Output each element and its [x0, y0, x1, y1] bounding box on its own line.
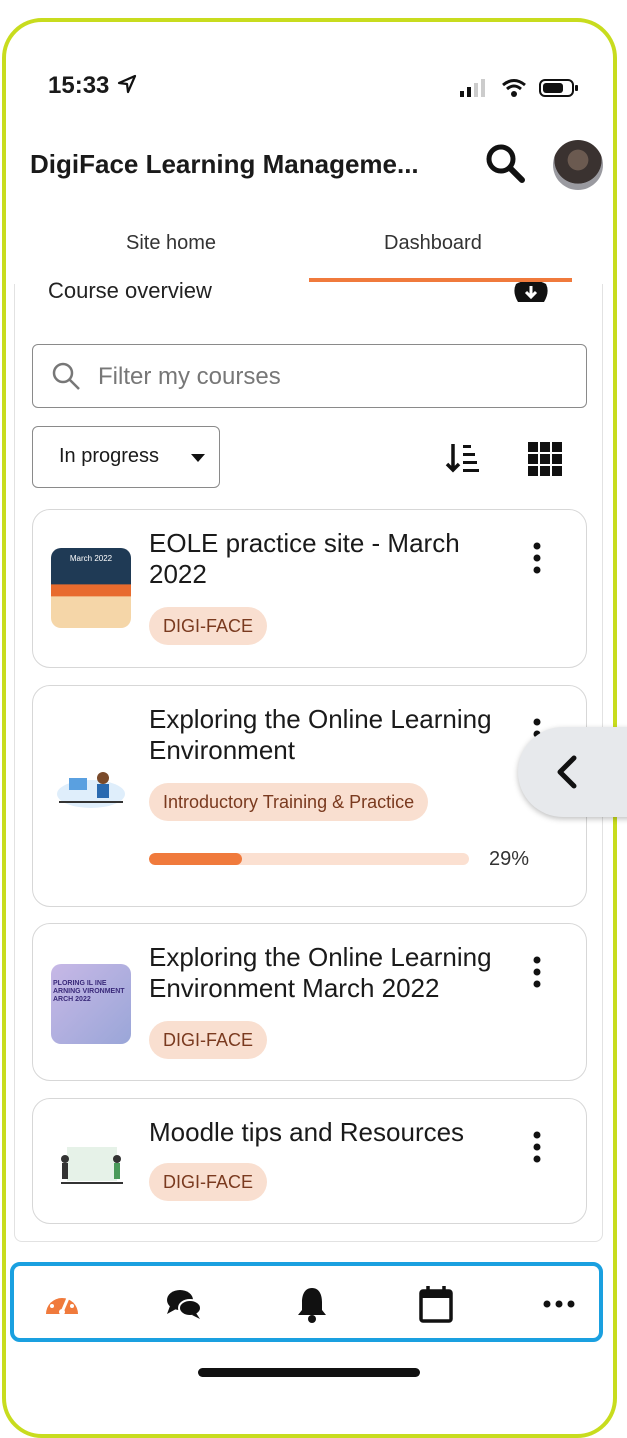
status-time-text: 15:33	[48, 72, 110, 99]
app-title: DigiFace Learning Manageme...	[30, 149, 419, 179]
course-title[interactable]: EOLE practice site - March 2022	[149, 528, 509, 590]
more-options-icon[interactable]	[527, 1129, 547, 1169]
more-options-icon[interactable]	[527, 540, 547, 580]
course-thumbnail: March 2022	[51, 548, 131, 628]
more-options-icon[interactable]	[527, 954, 547, 994]
course-category-badge: DIGI-FACE	[149, 607, 268, 645]
signal-icon	[460, 79, 485, 97]
course-title[interactable]: Moodle tips and Resources	[149, 1117, 509, 1148]
course-progress-fill	[149, 853, 242, 865]
course-progress-label: 29%	[489, 848, 530, 870]
course-title[interactable]: Exploring the Online Learning Environmen…	[149, 704, 514, 766]
tab-site-home[interactable]: Site home	[126, 232, 216, 255]
course-status-select[interactable]: In progress	[32, 426, 220, 488]
course-card[interactable]: PLORING IL INE ARNING VIRONMENT ARCH 202…	[32, 923, 587, 1081]
course-illustration	[61, 1147, 123, 1184]
status-time: 15:33	[48, 72, 138, 100]
filter-placeholder: Filter my courses	[98, 363, 281, 390]
grid-view-icon[interactable]	[528, 442, 562, 476]
section-title: Course overview	[48, 278, 212, 303]
home-indicator	[198, 1368, 420, 1377]
course-category-badge: Introductory Training & Practice	[149, 783, 429, 821]
battery-icon	[539, 79, 578, 97]
search-icon	[486, 144, 525, 183]
chevron-down-icon	[191, 454, 205, 462]
course-thumbnail	[51, 1123, 131, 1203]
course-title[interactable]: Exploring the Online Learning Environmen…	[149, 942, 514, 1004]
user-avatar[interactable]	[553, 140, 603, 190]
chevron-left-icon	[557, 755, 577, 789]
filter-courses-input[interactable]: Filter my courses	[32, 344, 587, 408]
download-icon[interactable]	[512, 282, 550, 304]
course-category-badge: DIGI-FACE	[149, 1021, 268, 1059]
course-thumbnail-label: March 2022	[69, 554, 113, 563]
course-category-badge: DIGI-FACE	[149, 1163, 268, 1201]
search-icon	[52, 362, 80, 390]
bottom-navigation	[10, 1262, 603, 1342]
status-icons	[459, 78, 579, 98]
course-thumbnail: PLORING IL INE ARNING VIRONMENT ARCH 202…	[51, 964, 131, 1044]
location-arrow-icon	[117, 74, 137, 94]
wifi-icon	[502, 79, 526, 97]
course-thumbnail-label: PLORING IL INE ARNING VIRONMENT ARCH 202…	[53, 980, 125, 1003]
more-icon[interactable]	[539, 1284, 579, 1324]
course-card[interactable]: Moodle tips and Resources DIGI-FACE	[32, 1098, 587, 1224]
tab-dashboard[interactable]: Dashboard	[384, 232, 482, 255]
dashboard-icon[interactable]	[42, 1284, 82, 1324]
course-illustration	[57, 772, 125, 808]
course-thumbnail	[51, 738, 131, 818]
course-progress-bar	[149, 853, 469, 865]
drawer-toggle-button[interactable]	[518, 727, 627, 817]
tab-bar: Site home Dashboard	[0, 222, 627, 282]
calendar-icon[interactable]	[416, 1284, 456, 1324]
select-value: In progress	[59, 445, 160, 467]
messages-icon[interactable]	[164, 1284, 204, 1324]
notifications-icon[interactable]	[292, 1284, 332, 1324]
sort-icon[interactable]	[445, 442, 479, 474]
course-card[interactable]: March 2022 EOLE practice site - March 20…	[32, 509, 587, 668]
search-button[interactable]	[482, 140, 528, 186]
course-card[interactable]: Exploring the Online Learning Environmen…	[32, 685, 587, 907]
